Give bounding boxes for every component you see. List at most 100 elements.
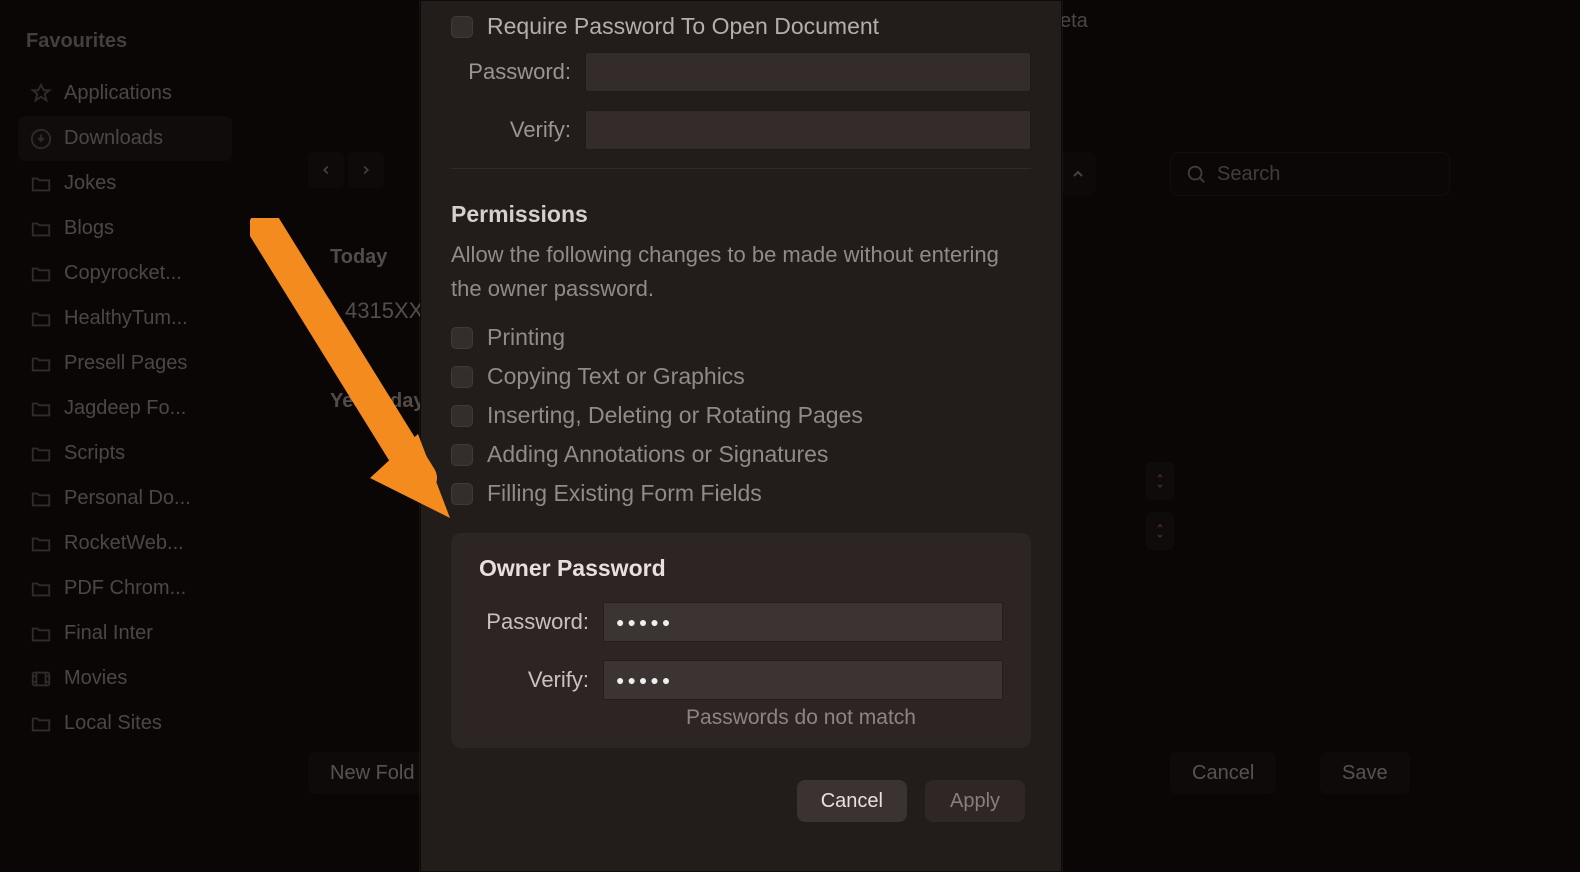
chevron-up-icon <box>1154 472 1166 480</box>
sidebar-item-presell[interactable]: Presell Pages <box>18 341 232 386</box>
folder-icon <box>30 488 52 510</box>
sidebar-item-movies[interactable]: Movies <box>18 656 232 701</box>
folder-icon <box>30 173 52 195</box>
permissions-desc: Allow the following changes to be made w… <box>451 238 1031 306</box>
folder-icon <box>30 443 52 465</box>
sidebar-item-label: Presell Pages <box>64 352 187 375</box>
permissions-title: Permissions <box>451 201 1031 228</box>
owner-password-input[interactable]: ●●●●● <box>603 602 1003 642</box>
file-row[interactable]: 4315XX <box>305 298 423 324</box>
sidebar-item-label: Scripts <box>64 442 125 465</box>
back-button[interactable] <box>308 152 344 188</box>
dialog-apply-button[interactable]: Apply <box>925 780 1025 822</box>
cancel-button-bg[interactable]: Cancel <box>1170 752 1276 794</box>
sidebar-item-label: RocketWeb... <box>64 532 184 555</box>
sidebar-item-label: Jokes <box>64 172 116 195</box>
doc-verify-input[interactable] <box>585 110 1031 150</box>
sidebar-header: Favourites <box>18 30 232 53</box>
sidebar-item-scripts[interactable]: Scripts <box>18 431 232 476</box>
button-label: Cancel <box>821 790 883 813</box>
folder-icon <box>30 533 52 555</box>
doc-verify-label: Verify: <box>451 117 571 143</box>
sidebar-item-label: Applications <box>64 82 172 105</box>
owner-password-title: Owner Password <box>479 555 1003 582</box>
chevron-left-icon <box>319 163 333 177</box>
sidebar-item-finalinter[interactable]: Final Inter <box>18 611 232 656</box>
sidebar-item-label: PDF Chrom... <box>64 577 186 600</box>
folder-icon <box>30 353 52 375</box>
sidebar-item-downloads[interactable]: Downloads <box>18 116 232 161</box>
folder-icon <box>30 578 52 600</box>
stepper-2[interactable] <box>1146 512 1174 550</box>
button-label: New Fold <box>330 762 414 785</box>
owner-password-panel: Owner Password Password: ●●●●● Verify: ●… <box>451 533 1031 748</box>
divider <box>451 168 1031 169</box>
search-field[interactable]: Search <box>1170 152 1450 196</box>
file-name: 4315XX <box>345 298 423 324</box>
sidebar-item-label: Local Sites <box>64 712 162 735</box>
chevron-down-icon <box>1154 482 1166 490</box>
sidebar-item-healthytum[interactable]: HealthyTum... <box>18 296 232 341</box>
chevron-right-icon <box>359 163 373 177</box>
perm-label: Inserting, Deleting or Rotating Pages <box>487 402 863 429</box>
sidebar-item-label: HealthyTum... <box>64 307 188 330</box>
button-label: Cancel <box>1192 762 1254 785</box>
require-password-checkbox[interactable] <box>451 16 473 38</box>
dialog-cancel-button[interactable]: Cancel <box>797 780 907 822</box>
dropdown-collapse[interactable] <box>1060 152 1096 196</box>
owner-verify-label: Verify: <box>479 667 589 693</box>
sidebar-item-label: Final Inter <box>64 622 153 645</box>
perm-label: Copying Text or Graphics <box>487 363 745 390</box>
group-header-today: Today <box>330 246 387 269</box>
sidebar: Favourites Applications Downloads Jokes … <box>0 0 250 872</box>
movies-icon <box>30 668 52 690</box>
perm-label: Filling Existing Form Fields <box>487 480 762 507</box>
button-label: Apply <box>950 790 1000 813</box>
require-password-label: Require Password To Open Document <box>487 13 879 40</box>
perm-printing-checkbox[interactable] <box>451 327 473 349</box>
sidebar-item-jagdeep[interactable]: Jagdeep Fo... <box>18 386 232 431</box>
forward-button[interactable] <box>348 152 384 188</box>
sidebar-item-label: Personal Do... <box>64 487 191 510</box>
folder-icon <box>30 713 52 735</box>
sidebar-item-label: Movies <box>64 667 127 690</box>
sidebar-item-localsites[interactable]: Local Sites <box>18 701 232 746</box>
folder-icon <box>30 623 52 645</box>
perm-inserting-checkbox[interactable] <box>451 405 473 427</box>
owner-password-label: Password: <box>479 609 589 635</box>
perm-filling-checkbox[interactable] <box>451 483 473 505</box>
permissions-dialog: Require Password To Open Document Passwo… <box>420 0 1062 872</box>
new-folder-button[interactable]: New Fold <box>308 752 436 794</box>
chevron-up-icon <box>1070 166 1086 182</box>
perm-annotations-checkbox[interactable] <box>451 444 473 466</box>
sidebar-item-blogs[interactable]: Blogs <box>18 206 232 251</box>
owner-verify-value: ●●●●● <box>616 672 673 688</box>
chevron-down-icon <box>1154 532 1166 540</box>
doc-password-input[interactable] <box>585 52 1031 92</box>
applications-icon <box>30 83 52 105</box>
save-button-bg[interactable]: Save <box>1320 752 1410 794</box>
sidebar-item-rocketweb[interactable]: RocketWeb... <box>18 521 232 566</box>
sidebar-item-copyrocket[interactable]: Copyrocket... <box>18 251 232 296</box>
sidebar-item-label: Copyrocket... <box>64 262 182 285</box>
file-thumbnail <box>305 298 331 324</box>
sidebar-item-label: Jagdeep Fo... <box>64 397 186 420</box>
sidebar-item-personal[interactable]: Personal Do... <box>18 476 232 521</box>
password-mismatch-warning: Passwords do not match <box>479 706 1003 730</box>
sidebar-item-label: Downloads <box>64 127 163 150</box>
details-label-trunc: eta <box>1060 10 1088 33</box>
downloads-icon <box>30 128 52 150</box>
sidebar-item-applications[interactable]: Applications <box>18 71 232 116</box>
owner-password-value: ●●●●● <box>616 614 673 630</box>
sidebar-item-jokes[interactable]: Jokes <box>18 161 232 206</box>
button-label: Save <box>1342 762 1388 785</box>
sidebar-item-pdfchrom[interactable]: PDF Chrom... <box>18 566 232 611</box>
perm-copying-checkbox[interactable] <box>451 366 473 388</box>
folder-icon <box>30 218 52 240</box>
folder-icon <box>30 263 52 285</box>
owner-verify-input[interactable]: ●●●●● <box>603 660 1003 700</box>
doc-password-label: Password: <box>451 59 571 85</box>
stepper-1[interactable] <box>1146 462 1174 500</box>
chevron-up-icon <box>1154 522 1166 530</box>
search-icon <box>1185 163 1207 185</box>
